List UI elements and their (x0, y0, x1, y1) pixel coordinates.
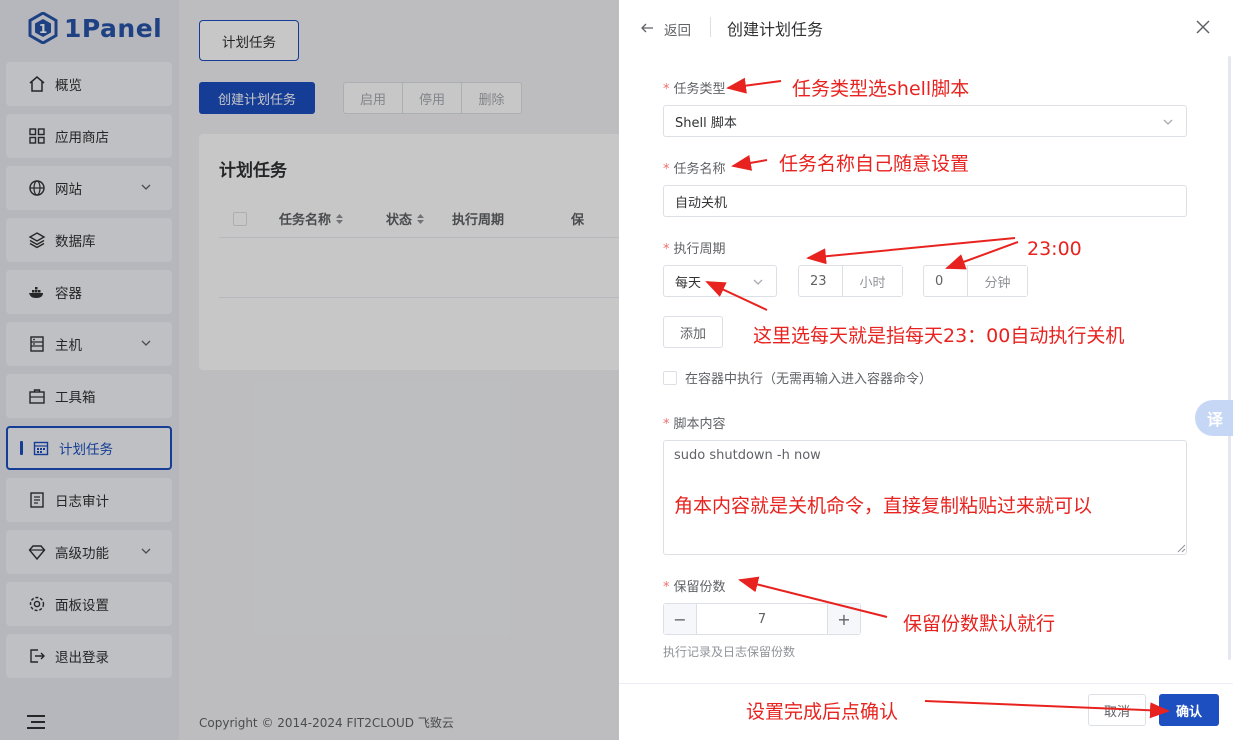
annotation-confirm: 设置完成后点确认 (746, 701, 899, 723)
confirm-button[interactable]: 确认 (1159, 694, 1219, 726)
schedule-label: * 执行周期 (663, 242, 726, 257)
retain-label: * 保留份数 (663, 580, 726, 595)
required-mark: * (663, 417, 670, 432)
close-icon[interactable] (1195, 19, 1211, 35)
required-mark: * (663, 580, 670, 595)
task-type-select[interactable]: Shell 脚本 (663, 105, 1187, 137)
script-text: sudo shutdown -h now (674, 448, 821, 463)
in-container-label: 在容器中执行（无需再输入进入容器命令） (685, 372, 933, 387)
retain-stepper: − 7 + (663, 603, 861, 635)
hour-unit: 小时 (842, 266, 902, 296)
hour-input[interactable]: 23 小时 (798, 265, 903, 297)
required-mark: * (663, 82, 670, 97)
drawer-header: 返回 创建计划任务 (619, 0, 1233, 56)
increment-button[interactable]: + (827, 604, 860, 634)
cancel-button[interactable]: 取消 (1088, 694, 1146, 726)
in-container-option[interactable]: 在容器中执行（无需再输入进入容器命令） (663, 368, 932, 387)
resize-handle-icon[interactable] (1177, 544, 1186, 553)
task-name-input[interactable]: 自动关机 (663, 185, 1187, 217)
modal-overlay[interactable] (0, 0, 619, 740)
annotation-retain: 保留份数默认就行 (903, 613, 1056, 635)
in-container-checkbox[interactable] (663, 370, 677, 385)
drawer-title: 创建计划任务 (727, 20, 824, 39)
translate-floating-button[interactable]: 译 (1195, 400, 1233, 436)
annotation-time: 23:00 (1027, 238, 1082, 260)
divider (710, 17, 711, 37)
back-arrow-icon[interactable] (639, 20, 655, 36)
decrement-button[interactable]: − (664, 604, 697, 634)
script-label: * 脚本内容 (663, 417, 726, 432)
retain-value[interactable]: 7 (697, 604, 827, 634)
back-link[interactable]: 返回 (664, 19, 691, 39)
required-mark: * (663, 162, 670, 177)
add-schedule-button[interactable]: 添加 (663, 316, 723, 348)
required-mark: * (663, 242, 670, 257)
task-type-label: * 任务类型 (663, 82, 726, 97)
chevron-down-icon (1163, 119, 1173, 125)
annotation-task-name: 任务名称自己随意设置 (779, 153, 970, 175)
footer-divider (619, 683, 1233, 684)
annotation-period: 这里选每天就是指每天23：00自动执行关机 (753, 325, 1125, 347)
annotation-script: 角本内容就是关机命令，直接复制粘贴过来就可以 (674, 495, 1093, 517)
drawer-scrollbar[interactable] (1228, 56, 1231, 660)
minute-input[interactable]: 0 分钟 (923, 265, 1028, 297)
task-name-label: * 任务名称 (663, 162, 726, 177)
minute-unit: 分钟 (967, 266, 1027, 296)
chevron-down-icon (753, 279, 763, 285)
annotation-task-type: 任务类型选shell脚本 (792, 78, 970, 100)
period-select[interactable]: 每天 (663, 265, 777, 297)
retain-help-text: 执行记录及日志保留份数 (663, 645, 796, 659)
